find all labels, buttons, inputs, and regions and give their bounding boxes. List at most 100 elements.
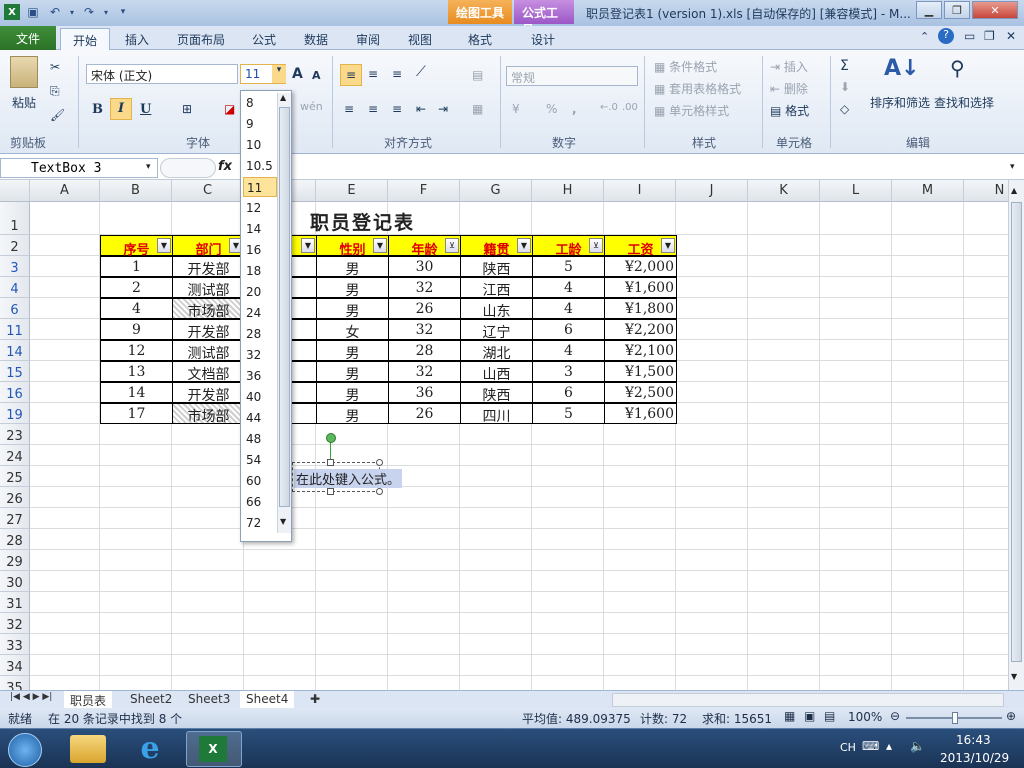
sheet-tab-3[interactable]: Sheet3 [182, 691, 236, 708]
table-header-cell[interactable]: 籍贯 ▼ [460, 235, 533, 258]
workbook-restore-icon[interactable]: ❐ [984, 29, 995, 43]
table-cell[interactable]: 四川 [460, 403, 533, 425]
workbook-close-icon[interactable]: ✕ [1006, 29, 1016, 43]
column-header[interactable]: A [30, 180, 100, 202]
font-size-option[interactable]: 28 [243, 324, 277, 344]
tab-file[interactable]: 文件 [0, 26, 56, 50]
column-header[interactable]: N [964, 180, 1008, 202]
zoom-slider-thumb[interactable] [952, 712, 958, 724]
table-cell[interactable]: 男 [316, 340, 389, 362]
decrease-indent-icon[interactable]: ⇤ [416, 102, 426, 116]
shrink-font-icon[interactable]: A [312, 69, 321, 82]
page-break-view-icon[interactable]: ▤ [824, 709, 835, 723]
border-icon[interactable]: ⊞ [182, 102, 192, 116]
find-select-button[interactable]: 查找和选择 [934, 94, 994, 111]
table-cell[interactable]: 4 [100, 298, 173, 319]
keyboard-icon[interactable]: ⌨ [862, 739, 879, 753]
font-size-option[interactable]: 24 [243, 303, 277, 323]
currency-icon[interactable]: ¥ [512, 102, 520, 116]
merge-center-icon[interactable]: ▦ [472, 102, 483, 116]
table-cell[interactable]: 男 [316, 382, 389, 404]
tab-view[interactable]: 视图 [400, 28, 440, 50]
table-cell[interactable]: 辽宁 [460, 319, 533, 341]
select-all-corner[interactable] [0, 180, 30, 202]
resize-handle-icon[interactable] [376, 488, 383, 495]
font-size-option[interactable]: 60 [243, 471, 277, 491]
dropdown-scrollbar[interactable]: ▲ ▼ [277, 93, 291, 533]
help-icon[interactable]: ? [938, 28, 954, 44]
row-header[interactable]: 25 [0, 466, 30, 487]
table-header-cell[interactable]: 部门 ▼ [172, 235, 245, 258]
redo-dropdown-icon[interactable]: ▾ [102, 3, 110, 21]
underline-button[interactable]: U [140, 102, 151, 117]
sheet-tab-1[interactable]: 职员表 [64, 691, 113, 708]
font-size-option[interactable]: 10 [243, 135, 277, 155]
orientation-icon[interactable]: ⟋ [416, 64, 426, 80]
expand-formula-icon[interactable]: ▾ [1010, 162, 1015, 172]
font-size-option[interactable]: 18 [243, 261, 277, 281]
row-header[interactable]: 23 [0, 424, 30, 445]
table-cell[interactable]: ¥1,600 [604, 277, 677, 298]
filter-dropdown-icon[interactable]: ▼ [373, 238, 387, 253]
close-button[interactable]: ✕ [972, 1, 1018, 19]
font-size-option[interactable]: 32 [243, 345, 277, 365]
table-cell[interactable]: 14 [100, 382, 173, 403]
table-cell[interactable]: 测试部 [172, 340, 245, 362]
table-cell[interactable]: 男 [316, 361, 389, 383]
table-cell[interactable]: 市场部 [172, 298, 245, 320]
font-size-option[interactable]: 12 [243, 198, 277, 218]
table-cell[interactable]: 3 [532, 361, 605, 382]
insert-cells-button[interactable]: ⇥ 插入 [770, 58, 808, 75]
table-cell[interactable]: 文档部 [172, 361, 245, 383]
decrease-decimal-icon[interactable]: .00 [622, 102, 638, 113]
scroll-down-icon[interactable]: ▼ [1011, 672, 1017, 681]
table-cell[interactable]: 4 [532, 340, 605, 361]
align-bottom-icon[interactable]: ≡ [392, 67, 402, 81]
resize-handle-icon[interactable] [376, 459, 383, 466]
paste-icon[interactable] [10, 56, 38, 88]
column-header[interactable]: E [316, 180, 388, 202]
internet-explorer-icon[interactable]: e [134, 733, 166, 765]
column-header[interactable]: C [172, 180, 244, 202]
font-size-option[interactable]: 11 [243, 177, 277, 197]
new-sheet-icon[interactable]: ✚ [304, 691, 326, 708]
font-size-option[interactable]: 54 [243, 450, 277, 470]
grow-font-icon[interactable]: A [292, 66, 303, 82]
format-painter-icon[interactable]: 🖌 [50, 108, 65, 122]
zoom-level[interactable]: 100% [848, 710, 882, 724]
cut-icon[interactable]: ✂ [50, 60, 60, 74]
font-size-option[interactable]: 36 [243, 366, 277, 386]
align-left-icon[interactable]: ≡ [344, 102, 354, 116]
explorer-icon[interactable] [70, 735, 106, 763]
row-header[interactable]: 31 [0, 592, 30, 613]
sheet-nav-icon[interactable]: |◀ ◀ ▶ ▶| [4, 691, 58, 708]
table-cell[interactable]: ¥1,500 [604, 361, 677, 382]
table-header-cell[interactable]: 序号 ▼ [100, 235, 173, 258]
sort-filter-icon[interactable]: A↓ [884, 56, 919, 81]
table-cell[interactable]: 30 [388, 256, 461, 277]
dropdown-scroll-up-icon[interactable]: ▲ [280, 93, 286, 102]
table-cell[interactable]: 陕西 [460, 256, 533, 278]
row-header[interactable]: 28 [0, 529, 30, 550]
table-cell[interactable]: 陕西 [460, 382, 533, 404]
name-box[interactable] [0, 158, 158, 178]
fill-color-icon[interactable]: ◪ [224, 102, 235, 116]
minimize-button[interactable]: ▁ [916, 1, 942, 19]
format-cells-button[interactable]: ▤ 格式 [770, 102, 809, 119]
save-icon[interactable]: ▣ [24, 3, 42, 21]
tab-insert[interactable]: 插入 [114, 28, 160, 50]
row-header[interactable]: 1 [0, 202, 30, 235]
font-size-option[interactable]: 40 [243, 387, 277, 407]
table-cell[interactable]: 32 [388, 277, 461, 298]
number-format-select[interactable]: 常规 [506, 66, 638, 86]
row-header[interactable]: 34 [0, 655, 30, 676]
table-cell[interactable]: 男 [316, 277, 389, 299]
row-header[interactable]: 30 [0, 571, 30, 592]
table-cell[interactable]: 5 [532, 403, 605, 424]
tab-design[interactable]: 设计 [520, 28, 566, 50]
autosum-icon[interactable]: Σ [840, 58, 849, 74]
table-cell[interactable]: 32 [388, 361, 461, 382]
tab-formulas[interactable]: 公式 [244, 28, 284, 50]
sheet-tab-2[interactable]: Sheet2 [124, 691, 178, 708]
column-header[interactable]: I [604, 180, 676, 202]
